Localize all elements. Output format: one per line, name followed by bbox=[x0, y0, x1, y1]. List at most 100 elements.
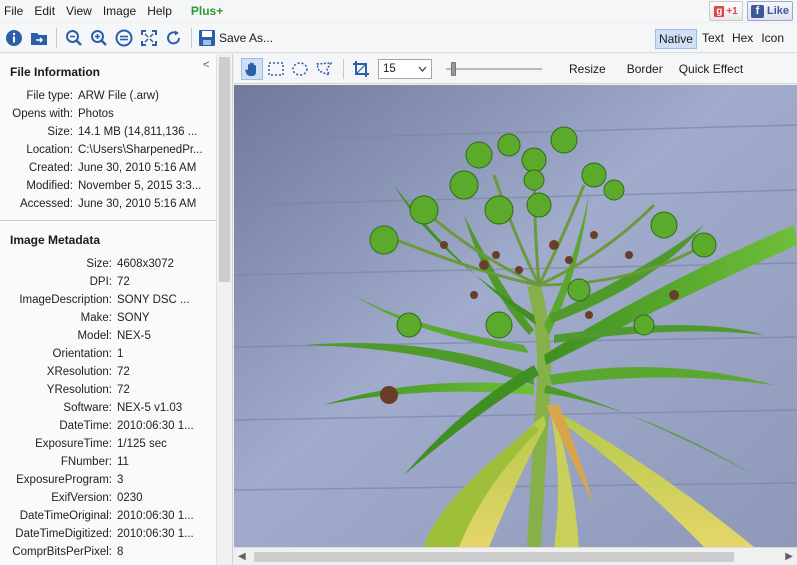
image-canvas[interactable] bbox=[234, 85, 797, 547]
image-meta-row: Make: SONY bbox=[0, 309, 217, 327]
save-as-button[interactable]: Save As... bbox=[198, 29, 273, 47]
image-meta-value: 3 bbox=[117, 474, 124, 486]
image-meta-value: SONY DSC ... bbox=[117, 294, 190, 306]
scroll-left-arrow-icon[interactable]: ◀ bbox=[238, 551, 246, 562]
image-meta-title: Image Metadata bbox=[10, 233, 101, 247]
zoom-reset-icon[interactable] bbox=[113, 27, 135, 49]
image-meta-key: Model: bbox=[77, 330, 112, 342]
image-meta-key: DateTimeOriginal: bbox=[19, 510, 112, 522]
lasso-select-icon[interactable] bbox=[313, 58, 335, 80]
fit-to-window-icon[interactable] bbox=[138, 27, 160, 49]
image-meta-row: DateTimeOriginal: 2010:06:30 1... bbox=[0, 507, 217, 525]
image-meta-key: Make: bbox=[80, 312, 112, 324]
quick-effect-button[interactable]: Quick Effect bbox=[679, 62, 743, 76]
zoom-in-icon[interactable] bbox=[88, 27, 110, 49]
google-plus-button[interactable]: g +1 bbox=[709, 1, 743, 21]
zoom-level-select[interactable]: 15 bbox=[378, 58, 432, 79]
scrollbar-thumb[interactable] bbox=[219, 57, 230, 282]
tab-text[interactable]: Text bbox=[699, 29, 727, 49]
file-info-row: Opens with: Photos bbox=[0, 105, 217, 123]
view-mode-tabs: Native Text Hex Icon bbox=[653, 29, 787, 49]
rotate-icon[interactable] bbox=[163, 27, 185, 49]
menu-image[interactable]: Image bbox=[98, 0, 142, 22]
image-meta-key: Orientation: bbox=[52, 348, 112, 360]
file-info-row: Modified: November 5, 2015 3:3... bbox=[0, 177, 217, 195]
image-meta-key: ComprBitsPerPixel: bbox=[12, 546, 112, 558]
image-meta-value: 72 bbox=[117, 366, 130, 378]
toolbar-separator bbox=[191, 27, 192, 48]
image-meta-row: XResolution: 72 bbox=[0, 363, 217, 381]
image-meta-value: 2010:06:30 1... bbox=[117, 420, 194, 432]
menu-file[interactable]: File bbox=[0, 0, 29, 22]
tab-hex[interactable]: Hex bbox=[729, 29, 756, 49]
info-panel-content: File Information File type: ARW File (.ar… bbox=[0, 54, 217, 561]
facebook-icon: f bbox=[750, 4, 764, 18]
crop-icon[interactable] bbox=[350, 58, 372, 80]
google-icon: g bbox=[714, 5, 725, 17]
tab-native[interactable]: Native bbox=[654, 29, 697, 49]
image-meta-row: DPI: 72 bbox=[0, 273, 217, 291]
info-icon[interactable] bbox=[3, 27, 25, 49]
image-meta-key: XResolution: bbox=[46, 366, 112, 378]
toolbar-separator bbox=[56, 27, 57, 48]
collapse-panel-icon[interactable]: < bbox=[203, 59, 209, 71]
fb-like-label: Like bbox=[766, 5, 789, 17]
toolbar-separator bbox=[343, 58, 344, 79]
image-toolbar: 15 Resize Border Quick Effect bbox=[234, 54, 797, 84]
plant-photo bbox=[234, 85, 797, 547]
image-meta-row: DateTime: 2010:06:30 1... bbox=[0, 417, 217, 435]
image-meta-value: 72 bbox=[117, 384, 130, 396]
menu-view[interactable]: View bbox=[61, 0, 98, 22]
tab-icon[interactable]: Icon bbox=[758, 29, 787, 49]
main-toolbar: Save As... Native Text Hex Icon bbox=[0, 23, 797, 53]
facebook-like-button[interactable]: f Like bbox=[747, 1, 793, 21]
image-meta-list: Size: 4608x3072 DPI: 72 ImageDescription: SON… bbox=[0, 255, 217, 561]
image-meta-key: DPI: bbox=[89, 276, 112, 288]
image-meta-row: Orientation: 1 bbox=[0, 345, 217, 363]
file-info-value: June 30, 2010 5:16 AM bbox=[78, 198, 197, 210]
file-info-key: Size: bbox=[47, 126, 73, 138]
menu-edit[interactable]: Edit bbox=[29, 0, 61, 22]
save-icon bbox=[199, 29, 215, 46]
rect-select-icon[interactable] bbox=[265, 58, 287, 80]
resize-button[interactable]: Resize bbox=[569, 62, 606, 76]
file-info-key: Accessed: bbox=[19, 198, 73, 210]
file-info-row: Size: 14.1 MB (14,811,136 ... bbox=[0, 123, 217, 141]
image-meta-value: 72 bbox=[117, 276, 130, 288]
image-meta-value: 2010:06:30 1... bbox=[117, 528, 194, 540]
file-info-row: File type: ARW File (.arw) bbox=[0, 87, 217, 105]
menu-plus[interactable]: Plus+ bbox=[186, 0, 229, 22]
scroll-right-arrow-icon[interactable]: ▶ bbox=[785, 551, 793, 562]
file-info-key: Modified: bbox=[26, 180, 73, 192]
image-meta-key: ExposureTime: bbox=[35, 438, 112, 450]
image-meta-value: 8 bbox=[117, 546, 124, 558]
file-info-value: November 5, 2015 3:3... bbox=[78, 180, 202, 192]
gplus-label: +1 bbox=[726, 5, 738, 17]
open-folder-icon[interactable] bbox=[28, 27, 50, 49]
menu-help[interactable]: Help bbox=[142, 0, 178, 22]
social-buttons: g +1 f Like bbox=[709, 1, 793, 21]
file-info-row: Created: June 30, 2010 5:16 AM bbox=[0, 159, 217, 177]
file-info-key: Opens with: bbox=[12, 108, 73, 120]
image-meta-value: 1/125 sec bbox=[117, 438, 167, 450]
ellipse-select-icon[interactable] bbox=[289, 58, 311, 80]
hand-tool-icon[interactable] bbox=[241, 57, 263, 80]
side-panel-scrollbar[interactable] bbox=[216, 54, 232, 565]
image-horizontal-scrollbar[interactable]: ◀ ▶ bbox=[234, 547, 797, 565]
info-side-panel: File Information File type: ARW File (.ar… bbox=[0, 54, 233, 565]
image-meta-row: ExifVersion: 0230 bbox=[0, 489, 217, 507]
file-info-value: June 30, 2010 5:16 AM bbox=[78, 162, 197, 174]
file-info-value: ARW File (.arw) bbox=[78, 90, 159, 102]
slider-track bbox=[446, 67, 542, 70]
image-meta-row: YResolution: 72 bbox=[0, 381, 217, 399]
zoom-out-icon[interactable] bbox=[63, 27, 85, 49]
image-meta-key: Size: bbox=[86, 258, 112, 270]
zoom-slider[interactable] bbox=[446, 61, 542, 76]
scrollbar-thumb[interactable] bbox=[254, 552, 734, 562]
image-meta-key: YResolution: bbox=[46, 384, 112, 396]
file-info-key: Location: bbox=[26, 144, 73, 156]
image-meta-row: FNumber: 11 bbox=[0, 453, 217, 471]
slider-knob[interactable] bbox=[450, 61, 456, 76]
image-meta-key: Software: bbox=[63, 402, 112, 414]
border-button[interactable]: Border bbox=[627, 62, 663, 76]
